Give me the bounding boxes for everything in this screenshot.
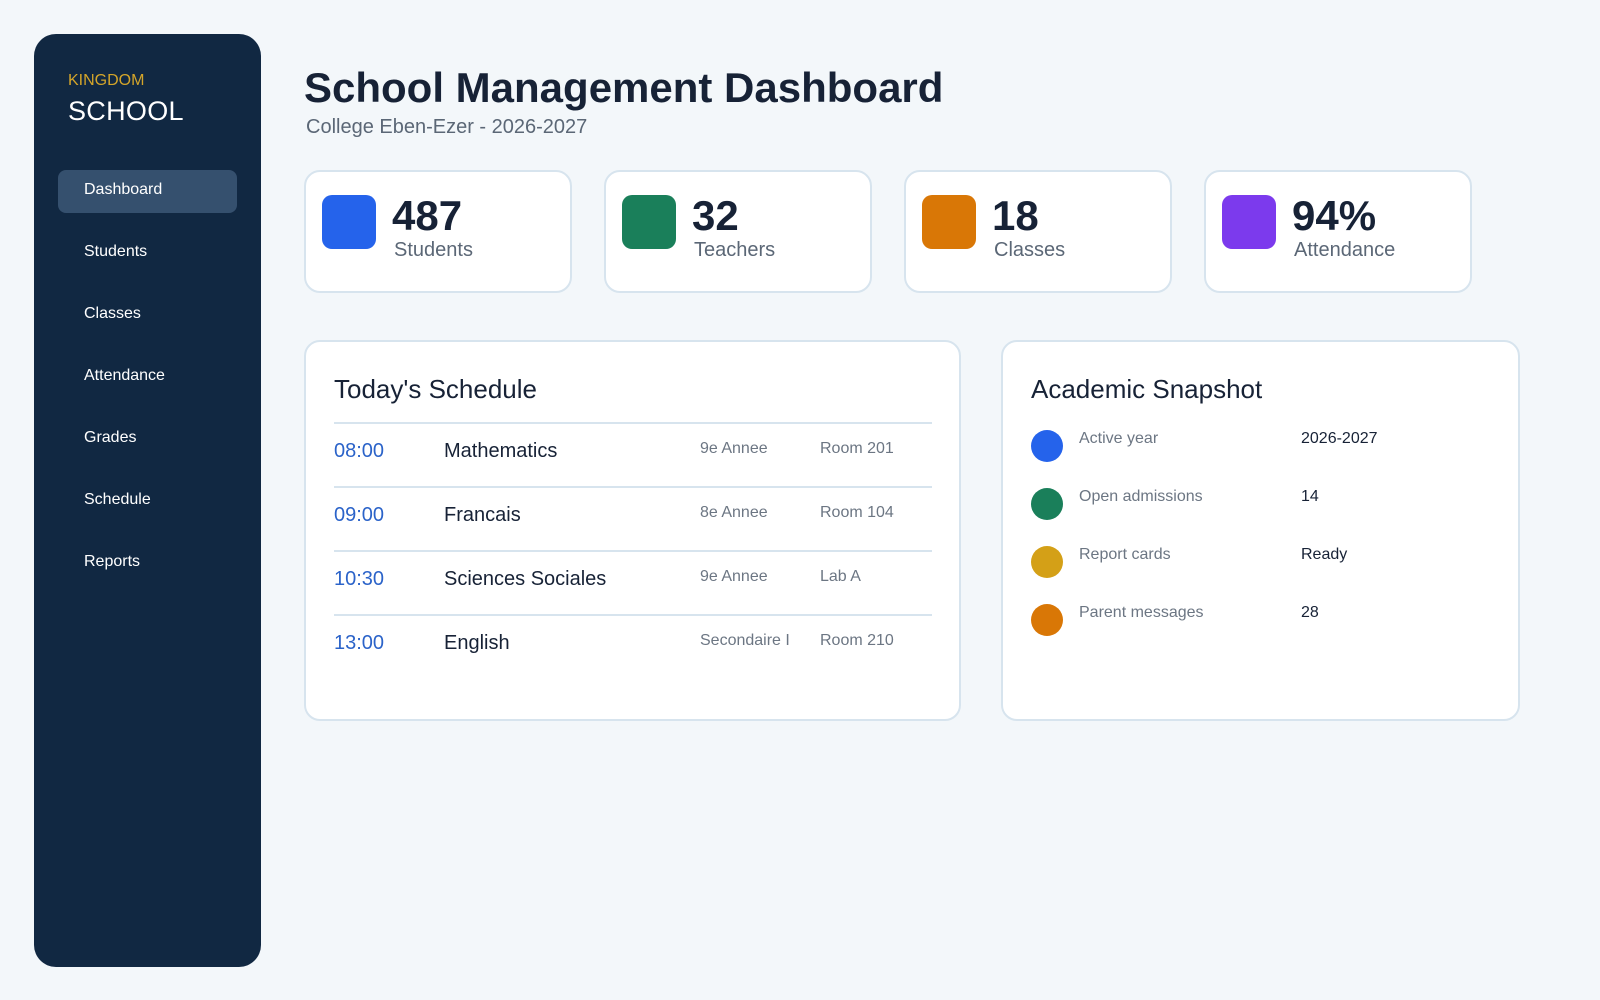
sidebar-item-students[interactable]: Students [58,232,237,275]
schedule-subject: English [444,632,510,654]
sidebar-item-classes[interactable]: Classes [58,294,237,337]
sidebar-item-schedule[interactable]: Schedule [58,480,237,523]
schedule-grade: 8e Annee [700,504,768,521]
schedule-room: Room 201 [820,440,894,457]
schedule-title: Today's Schedule [334,374,537,404]
sidebar-item-dashboard[interactable]: Dashboard [58,170,237,213]
schedule-room: Room 104 [820,504,894,521]
snapshot-value: Ready [1301,546,1348,563]
sidebar-item-reports[interactable]: Reports [58,542,237,585]
sidebar-item-grades[interactable]: Grades [58,418,237,461]
schedule-grade: 9e Annee [700,440,768,457]
schedule-table: 08:00 Mathematics 9e Annee Room 201 09:0… [334,422,932,678]
stat-value: 32 [692,192,739,239]
schedule-row[interactable]: 10:30 Sciences Sociales 9e Annee Lab A [334,552,932,616]
schedule-grade: 9e Annee [700,568,768,585]
students-stat-icon [322,195,376,249]
stat-label: Classes [994,239,1066,261]
schedule-room: Room 210 [820,632,894,649]
sidebar-nav: Dashboard Students Classes Attendance Gr… [58,170,237,604]
snapshot-row-active-year: Active year 2026-2027 [1031,430,1491,466]
schedule-panel: Today's Schedule 08:00 Mathematics 9e An… [304,340,961,721]
snapshot-label: Open admissions [1079,488,1203,505]
page-title: School Management Dashboard [304,64,944,111]
attendance-stat-icon [1222,195,1276,249]
snapshot-row-report-cards: Report cards Ready [1031,546,1491,582]
stat-label: Attendance [1294,239,1396,261]
stat-card-teachers: 32 Teachers [604,170,872,293]
snapshot-label: Report cards [1079,546,1171,563]
stat-value: 487 [392,192,463,239]
classes-stat-icon [922,195,976,249]
snapshot-value: 28 [1301,604,1319,621]
status-dot-icon [1031,546,1063,578]
sidebar: KINGDOM SCHOOL Dashboard Students Classe… [34,34,261,967]
snapshot-label: Active year [1079,430,1159,447]
schedule-subject: Mathematics [444,440,558,462]
status-dot-icon [1031,430,1063,462]
stat-value: 18 [992,192,1039,239]
stat-card-classes: 18 Classes [904,170,1172,293]
schedule-time: 09:00 [334,504,385,526]
schedule-time: 08:00 [334,440,385,462]
schedule-row[interactable]: 09:00 Francais 8e Annee Room 104 [334,488,932,552]
schedule-room: Lab A [820,568,861,585]
academic-snapshot-panel: Academic Snapshot Active year 2026-2027 … [1001,340,1520,721]
brand-name: SCHOOL [68,96,184,126]
schedule-grade: Secondaire I [700,632,790,649]
stat-card-students: 487 Students [304,170,572,293]
schedule-row[interactable]: 08:00 Mathematics 9e Annee Room 201 [334,424,932,488]
snapshot-value: 14 [1301,488,1319,505]
snapshot-title: Academic Snapshot [1031,374,1263,404]
snapshot-row-open-admissions: Open admissions 14 [1031,488,1491,524]
snapshot-label: Parent messages [1079,604,1204,621]
schedule-time: 10:30 [334,568,385,590]
stat-label: Teachers [694,239,776,261]
schedule-row[interactable]: 13:00 English Secondaire I Room 210 [334,616,932,678]
stat-value: 94% [1292,192,1377,239]
sidebar-item-attendance[interactable]: Attendance [58,356,237,399]
stat-card-attendance: 94% Attendance [1204,170,1472,293]
snapshot-value: 2026-2027 [1301,430,1378,447]
teachers-stat-icon [622,195,676,249]
snapshot-row-parent-messages: Parent messages 28 [1031,604,1491,640]
stat-label: Students [394,239,473,261]
page-subtitle: College Eben-Ezer - 2026-2027 [306,116,588,138]
status-dot-icon [1031,488,1063,520]
schedule-time: 13:00 [334,632,385,654]
schedule-subject: Francais [444,504,521,526]
status-dot-icon [1031,604,1063,636]
schedule-subject: Sciences Sociales [444,568,607,590]
brand-tagline: KINGDOM [68,72,145,89]
